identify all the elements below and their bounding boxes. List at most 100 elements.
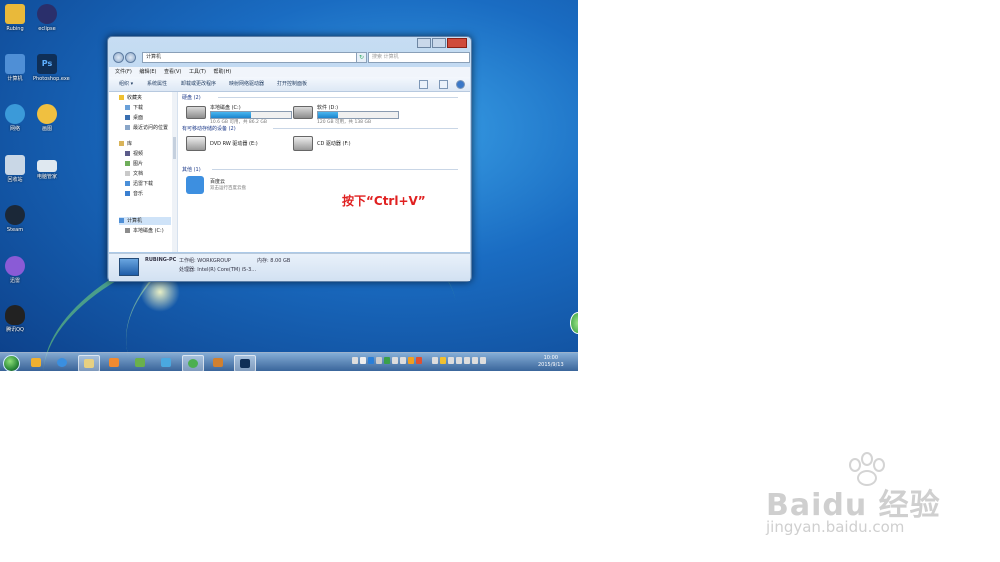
menu-edit[interactable]: 编辑(E) (139, 69, 156, 75)
desktop-icon-computer[interactable]: 计算机 (1, 54, 29, 82)
group-removable[interactable]: 有可移动存储的设备 (2) (182, 125, 236, 132)
tray-icon[interactable] (432, 357, 438, 364)
tray-icon[interactable] (384, 357, 390, 364)
item-name: 百度云 (210, 179, 226, 185)
tray-icon[interactable] (416, 357, 422, 364)
desktop-icon-qq[interactable]: 腾讯QQ (1, 305, 29, 333)
tray-icon[interactable] (408, 357, 414, 364)
tray-icon[interactable] (448, 357, 454, 364)
nav-item-documents[interactable]: 文档 (125, 170, 143, 178)
desktop-icon-xunlei[interactable]: 迅雷 (1, 256, 29, 284)
menu-tools[interactable]: 工具(T) (189, 69, 206, 75)
menu-help[interactable]: 帮助(H) (214, 69, 232, 75)
taskbar-app[interactable] (208, 355, 228, 370)
tray-icon[interactable] (376, 357, 382, 364)
nav-item-xunlei[interactable]: 迅雷下载 (125, 180, 153, 188)
nav-label: 计算机 (127, 218, 143, 224)
desktop-icon-rubing[interactable]: Rubing (1, 4, 29, 32)
tray-icon[interactable] (392, 357, 398, 364)
paint-icon (37, 104, 57, 124)
taskbar-app[interactable] (104, 355, 124, 370)
taskbar-app[interactable] (182, 355, 204, 371)
tray-icon[interactable] (352, 357, 358, 364)
taskbar-app[interactable] (234, 355, 256, 371)
chrome-icon (188, 359, 198, 368)
desktop-icon-paint[interactable]: 画图 (33, 104, 61, 132)
clock[interactable]: 10:00 2015/9/13 (538, 355, 564, 369)
ie-icon (57, 358, 67, 367)
drive-name: 本地磁盘 (C:) (210, 105, 241, 111)
tray-icon[interactable] (472, 357, 478, 364)
tray-icon[interactable] (464, 357, 470, 364)
taskbar-app[interactable] (26, 355, 46, 370)
system-properties-button[interactable]: 系统属性 (147, 77, 167, 91)
taskbar-app[interactable] (156, 355, 176, 370)
group-hard-disks[interactable]: 硬盘 (2) (182, 94, 201, 101)
taskbar-app-explorer[interactable] (78, 355, 100, 371)
explorer-window: 计算机 ↻ 搜索 计算机 文件(F) 编辑(E) 查看(V) 工具(T) 帮助(… (107, 36, 472, 282)
close-button[interactable] (447, 38, 467, 48)
drive-d-usage-bar (317, 111, 399, 119)
desktop-icon-manager[interactable]: 电脑管家 (33, 160, 61, 180)
taskbar-app[interactable] (52, 355, 72, 370)
nav-label: 库 (127, 141, 133, 147)
maximize-button[interactable] (432, 38, 446, 48)
usage-fill (318, 112, 338, 118)
desktop-icon-steam[interactable]: Steam (1, 205, 29, 233)
menu-file[interactable]: 文件(F) (115, 69, 132, 75)
window-icon (37, 160, 57, 172)
plane-icon (161, 358, 171, 367)
nav-item-pictures[interactable]: 图片 (125, 160, 143, 168)
picture-icon (125, 161, 130, 166)
nav-item-videos[interactable]: 视频 (125, 150, 143, 158)
desktop-icon-photoshop[interactable]: Ps Photoshop.exe (33, 54, 70, 82)
nav-item-downloads[interactable]: 下载 (125, 104, 143, 112)
refresh-button[interactable]: ↻ (356, 52, 367, 63)
hard-drive-icon (293, 106, 313, 119)
uninstall-button[interactable]: 卸载或更改程序 (181, 77, 216, 91)
back-button[interactable] (113, 52, 124, 63)
tray-icon[interactable] (400, 357, 406, 364)
search-placeholder: 搜索 计算机 (372, 54, 399, 60)
start-button[interactable] (3, 355, 20, 371)
computer-name: RUBING-PC (145, 257, 177, 263)
scroll-thumb[interactable] (173, 137, 176, 159)
drive-icon (125, 228, 130, 233)
nav-favorites[interactable]: 收藏夹 (119, 94, 142, 102)
nav-item-drive-c[interactable]: 本地磁盘 (C:) (125, 227, 164, 235)
star-icon (119, 95, 124, 100)
taskbar-app[interactable] (130, 355, 150, 370)
nav-scrollbar[interactable] (172, 92, 177, 252)
photoshop-icon (240, 359, 250, 368)
address-bar[interactable]: 计算机 (142, 52, 357, 63)
tray-icon[interactable] (368, 357, 374, 364)
menu-view[interactable]: 查看(V) (164, 69, 181, 75)
tray-icon[interactable] (480, 357, 486, 364)
minimize-button[interactable] (417, 38, 431, 48)
tray-icon[interactable] (360, 357, 366, 364)
recent-places-icon (125, 125, 130, 130)
tray-icon[interactable] (440, 357, 446, 364)
view-options-icon[interactable] (419, 80, 428, 89)
group-other[interactable]: 其他 (1) (182, 166, 201, 173)
nav-libraries[interactable]: 库 (119, 140, 132, 148)
tray-icon[interactable] (456, 357, 462, 364)
nav-item-music[interactable]: 音乐 (125, 190, 143, 198)
gadget-button[interactable] (570, 312, 578, 334)
desktop-icon-network[interactable]: 网络 (1, 104, 29, 132)
desktop-icon-eclipse[interactable]: eclipse (33, 4, 61, 32)
map-drive-button[interactable]: 映射网络驱动器 (229, 77, 264, 91)
preview-pane-icon[interactable] (439, 80, 448, 89)
nav-item-desktop[interactable]: 桌面 (125, 114, 143, 122)
address-row: 计算机 ↻ 搜索 计算机 (112, 51, 470, 63)
nav-label: 本地磁盘 (C:) (133, 228, 164, 234)
search-input[interactable]: 搜索 计算机 (368, 52, 470, 63)
forward-button[interactable] (125, 52, 136, 63)
control-panel-button[interactable]: 打开控制面板 (277, 77, 307, 91)
organize-button[interactable]: 组织 ▾ (119, 77, 133, 91)
help-icon[interactable] (456, 80, 465, 89)
nav-item-recent[interactable]: 最近访问的位置 (125, 124, 168, 132)
nav-computer[interactable]: 计算机 (119, 217, 171, 225)
desktop-icon-recycle-bin[interactable]: 回收站 (1, 155, 29, 183)
watermark-url: jingyan.baidu.com (766, 518, 905, 536)
